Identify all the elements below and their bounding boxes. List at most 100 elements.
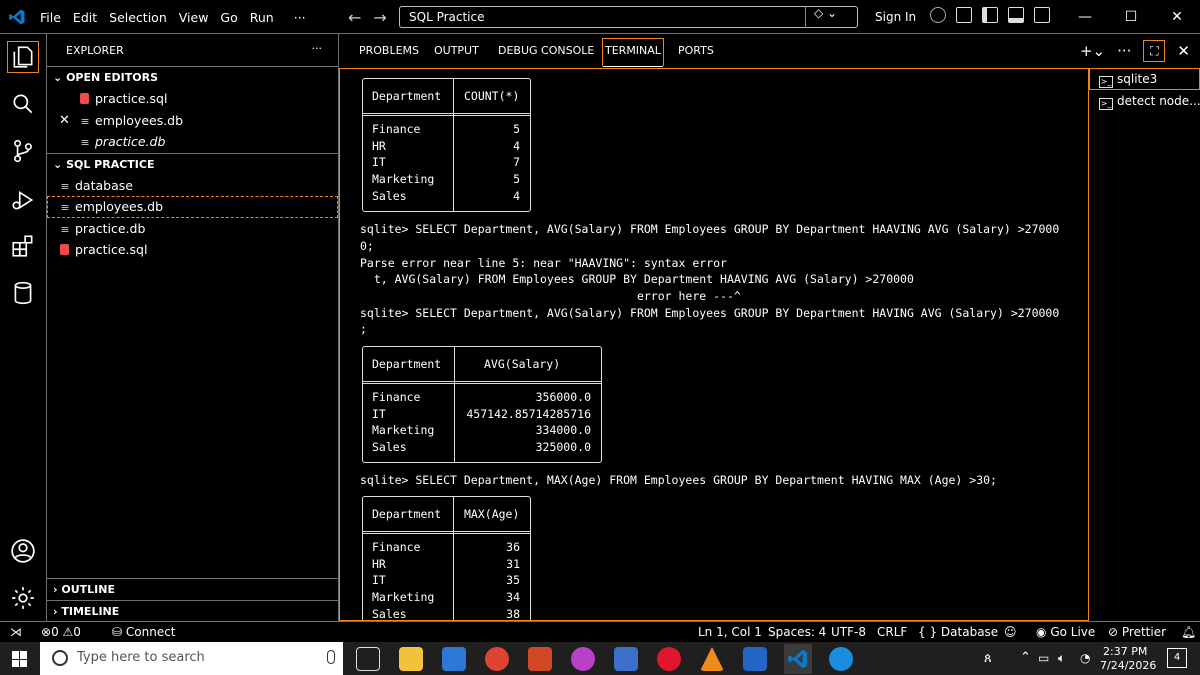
menu-more[interactable]: ···	[280, 10, 312, 25]
account-icon[interactable]	[10, 538, 36, 564]
battery-icon[interactable]: ▭	[1038, 651, 1049, 665]
forward-arrow-icon[interactable]: →	[373, 8, 386, 27]
encoding[interactable]: UTF-8	[831, 625, 866, 639]
mail-icon[interactable]	[442, 647, 466, 671]
file-name: practice.db	[75, 220, 146, 236]
toggle-primary-sidebar-icon[interactable]	[982, 7, 998, 23]
indentation[interactable]: Spaces: 4	[768, 625, 826, 639]
snipping-tool-icon[interactable]	[743, 647, 767, 671]
table-cell: 4	[513, 189, 520, 203]
toggle-panel-icon[interactable]	[1008, 7, 1024, 23]
terminal-line: error here ---^	[360, 289, 741, 303]
copilot-icon[interactable]: ◇ ⌄	[805, 6, 851, 28]
table-cell: Finance	[372, 390, 421, 404]
sql-file-icon	[80, 93, 89, 104]
task-view-icon[interactable]	[356, 647, 380, 671]
tab-output[interactable]: OUTPUT	[434, 44, 479, 57]
command-center-search[interactable]: SQL Practice ◇ ⌄	[399, 6, 858, 28]
prettier-button[interactable]: ⊘ Prettier	[1108, 625, 1166, 639]
problems-indicator[interactable]: ⊗0 ⚠0	[41, 625, 81, 639]
terminal-icon: >_	[1099, 76, 1113, 88]
explorer-icon[interactable]	[7, 41, 39, 73]
menu-run[interactable]: Run	[244, 10, 280, 25]
outline-section[interactable]: › OUTLINE	[47, 578, 338, 600]
toggle-secondary-sidebar-icon[interactable]	[1034, 7, 1050, 23]
file-explorer-icon[interactable]	[399, 647, 423, 671]
tab-problems[interactable]: PROBLEMS	[359, 44, 419, 57]
notification-center-icon[interactable]: 4	[1167, 648, 1187, 668]
extensions-icon[interactable]	[10, 233, 36, 259]
vlc-icon[interactable]	[700, 647, 724, 671]
line-ending[interactable]: CRLF	[877, 625, 907, 639]
file-item[interactable]: ≡ database	[47, 175, 338, 197]
close-button[interactable]: ✕	[1154, 0, 1200, 34]
manage-gear-icon[interactable]	[10, 585, 36, 611]
search-icon[interactable]	[10, 91, 36, 117]
table-cell: 5	[513, 122, 520, 136]
close-panel-icon[interactable]: ✕	[1177, 42, 1190, 60]
cursor-position[interactable]: Ln 1, Col 1	[698, 625, 762, 639]
language-mode[interactable]: { } Database	[918, 625, 998, 639]
source-control-icon[interactable]	[10, 138, 36, 164]
bell-icon[interactable]: 🔔︎	[1181, 625, 1196, 639]
terminal-instance[interactable]: >_ sqlite3	[1089, 68, 1200, 90]
store-icon[interactable]	[614, 647, 638, 671]
menu-go[interactable]: Go	[214, 10, 243, 25]
title-bar: File Edit Selection View Go Run ··· ← → S…	[0, 0, 1200, 34]
vscode-taskbar-icon[interactable]	[784, 644, 812, 674]
customize-layout-icon[interactable]	[956, 7, 972, 23]
wifi-icon[interactable]: ◔	[1080, 651, 1090, 665]
more-actions-icon[interactable]: ···	[1117, 42, 1131, 60]
menu-view[interactable]: View	[173, 10, 215, 25]
menu-edit[interactable]: Edit	[67, 10, 103, 25]
clock-date[interactable]: 7/24/2026	[1100, 659, 1156, 672]
file-item[interactable]: ≡ practice.db	[47, 218, 338, 240]
opera-icon[interactable]	[657, 647, 681, 671]
windows-start-icon[interactable]	[12, 651, 28, 667]
volume-icon[interactable]: 🔈︎	[1058, 651, 1065, 666]
database-icon[interactable]	[10, 280, 36, 306]
back-arrow-icon[interactable]: ←	[348, 8, 361, 27]
tab-debug-console[interactable]: DEBUG CONSOLE	[498, 44, 594, 57]
close-editor-icon[interactable]: ✕	[59, 110, 70, 131]
chrome-icon[interactable]	[485, 647, 509, 671]
open-editors-section[interactable]: ⌄ OPEN EDITORS	[47, 66, 338, 88]
table-cell: 38	[506, 607, 520, 621]
chevron-up-icon[interactable]: ⌃	[1020, 650, 1031, 665]
braces-icon: { }	[918, 625, 938, 639]
menu-selection[interactable]: Selection	[103, 10, 173, 25]
minimize-button[interactable]: —	[1062, 0, 1108, 34]
people-icon[interactable]: ጰ	[984, 651, 992, 666]
connect-button[interactable]: ⛁ Connect	[112, 625, 176, 639]
accounts-icon[interactable]	[930, 7, 946, 23]
run-debug-icon[interactable]	[10, 187, 36, 213]
table-cell: 4	[513, 139, 520, 153]
copilot-status-icon[interactable]: ☺	[1004, 625, 1017, 639]
timeline-section[interactable]: › TIMELINE	[47, 600, 338, 622]
open-editor-item[interactable]: practice.sql	[47, 88, 338, 110]
open-editor-item[interactable]: ✕ ≡ employees.db	[47, 110, 338, 132]
maximize-panel-icon[interactable]: ⛶	[1143, 40, 1166, 62]
clock-time[interactable]: 2:37 PM	[1103, 645, 1147, 658]
go-live-button[interactable]: ◉ Go Live	[1036, 625, 1095, 639]
table-cell: Marketing	[372, 590, 435, 604]
folder-section[interactable]: ⌄ SQL PRACTICE	[47, 152, 338, 175]
maximize-button[interactable]: ☐	[1108, 0, 1154, 34]
microphone-icon[interactable]	[327, 650, 335, 664]
remote-icon[interactable]: ⋊	[10, 625, 22, 639]
sign-in-button[interactable]: Sign In	[875, 10, 916, 24]
file-item[interactable]: ≡ employees.db	[47, 196, 338, 218]
terminal-output[interactable]: Department COUNT(*) Finance 5 HR 4 IT 7 …	[339, 68, 1089, 621]
powerpoint-icon[interactable]	[528, 647, 552, 671]
tab-ports[interactable]: PORTS	[678, 44, 714, 57]
terminal-instance[interactable]: >_ detect node...	[1089, 90, 1200, 112]
photos-icon[interactable]	[571, 647, 595, 671]
new-terminal-icon[interactable]: +⌄	[1080, 42, 1105, 60]
explorer-more-button[interactable]: ···	[312, 42, 323, 55]
menu-file[interactable]: File	[34, 10, 67, 25]
open-editor-item[interactable]: ≡ practice.db	[47, 131, 338, 153]
edge-icon[interactable]	[829, 647, 853, 671]
tab-terminal[interactable]: TERMINAL	[602, 38, 664, 67]
file-item[interactable]: practice.sql	[47, 239, 338, 261]
taskbar-search[interactable]: Type here to search	[40, 642, 343, 675]
